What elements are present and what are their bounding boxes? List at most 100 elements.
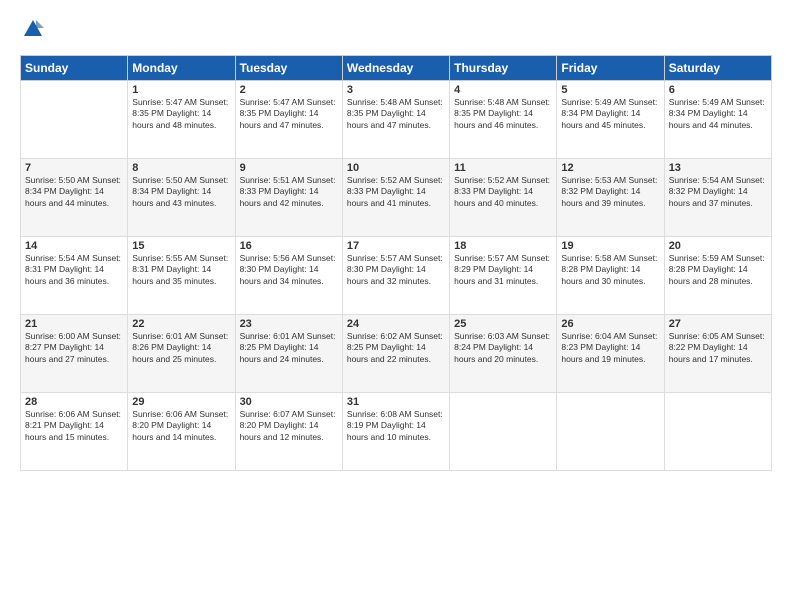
- day-info: Sunrise: 5:48 AM Sunset: 8:35 PM Dayligh…: [347, 97, 445, 131]
- calendar-cell: 11Sunrise: 5:52 AM Sunset: 8:33 PM Dayli…: [450, 158, 557, 236]
- day-number: 23: [240, 318, 338, 330]
- day-number: 4: [454, 84, 552, 96]
- weekday-header-saturday: Saturday: [664, 55, 771, 80]
- calendar-cell: 13Sunrise: 5:54 AM Sunset: 8:32 PM Dayli…: [664, 158, 771, 236]
- calendar-cell: 1Sunrise: 5:47 AM Sunset: 8:35 PM Daylig…: [128, 80, 235, 158]
- day-info: Sunrise: 5:49 AM Sunset: 8:34 PM Dayligh…: [561, 97, 659, 131]
- calendar-cell: [21, 80, 128, 158]
- day-info: Sunrise: 6:07 AM Sunset: 8:20 PM Dayligh…: [240, 409, 338, 443]
- day-number: 21: [25, 318, 123, 330]
- day-info: Sunrise: 5:57 AM Sunset: 8:30 PM Dayligh…: [347, 253, 445, 287]
- calendar-cell: 9Sunrise: 5:51 AM Sunset: 8:33 PM Daylig…: [235, 158, 342, 236]
- day-number: 2: [240, 84, 338, 96]
- calendar-cell: 19Sunrise: 5:58 AM Sunset: 8:28 PM Dayli…: [557, 236, 664, 314]
- day-number: 13: [669, 162, 767, 174]
- day-number: 28: [25, 396, 123, 408]
- day-number: 27: [669, 318, 767, 330]
- day-info: Sunrise: 5:53 AM Sunset: 8:32 PM Dayligh…: [561, 175, 659, 209]
- calendar-table: SundayMondayTuesdayWednesdayThursdayFrid…: [20, 55, 772, 471]
- calendar-cell: 4Sunrise: 5:48 AM Sunset: 8:35 PM Daylig…: [450, 80, 557, 158]
- calendar-cell: 6Sunrise: 5:49 AM Sunset: 8:34 PM Daylig…: [664, 80, 771, 158]
- day-number: 30: [240, 396, 338, 408]
- calendar-cell: 20Sunrise: 5:59 AM Sunset: 8:28 PM Dayli…: [664, 236, 771, 314]
- day-number: 19: [561, 240, 659, 252]
- logo-icon: [22, 18, 44, 40]
- calendar-cell: 18Sunrise: 5:57 AM Sunset: 8:29 PM Dayli…: [450, 236, 557, 314]
- calendar-cell: 3Sunrise: 5:48 AM Sunset: 8:35 PM Daylig…: [342, 80, 449, 158]
- day-number: 1: [132, 84, 230, 96]
- day-number: 14: [25, 240, 123, 252]
- calendar-cell: 23Sunrise: 6:01 AM Sunset: 8:25 PM Dayli…: [235, 314, 342, 392]
- day-number: 20: [669, 240, 767, 252]
- day-info: Sunrise: 5:58 AM Sunset: 8:28 PM Dayligh…: [561, 253, 659, 287]
- day-info: Sunrise: 5:55 AM Sunset: 8:31 PM Dayligh…: [132, 253, 230, 287]
- weekday-header-friday: Friday: [557, 55, 664, 80]
- calendar-cell: 15Sunrise: 5:55 AM Sunset: 8:31 PM Dayli…: [128, 236, 235, 314]
- day-info: Sunrise: 6:08 AM Sunset: 8:19 PM Dayligh…: [347, 409, 445, 443]
- calendar-cell: 10Sunrise: 5:52 AM Sunset: 8:33 PM Dayli…: [342, 158, 449, 236]
- day-info: Sunrise: 5:50 AM Sunset: 8:34 PM Dayligh…: [25, 175, 123, 209]
- day-info: Sunrise: 5:47 AM Sunset: 8:35 PM Dayligh…: [240, 97, 338, 131]
- calendar-cell: 17Sunrise: 5:57 AM Sunset: 8:30 PM Dayli…: [342, 236, 449, 314]
- day-number: 3: [347, 84, 445, 96]
- day-number: 24: [347, 318, 445, 330]
- calendar-cell: 31Sunrise: 6:08 AM Sunset: 8:19 PM Dayli…: [342, 392, 449, 470]
- calendar-cell: 2Sunrise: 5:47 AM Sunset: 8:35 PM Daylig…: [235, 80, 342, 158]
- calendar-cell: 12Sunrise: 5:53 AM Sunset: 8:32 PM Dayli…: [557, 158, 664, 236]
- day-number: 16: [240, 240, 338, 252]
- day-info: Sunrise: 5:49 AM Sunset: 8:34 PM Dayligh…: [669, 97, 767, 131]
- calendar-cell: 22Sunrise: 6:01 AM Sunset: 8:26 PM Dayli…: [128, 314, 235, 392]
- calendar-week-row: 21Sunrise: 6:00 AM Sunset: 8:27 PM Dayli…: [21, 314, 772, 392]
- header: [20, 18, 772, 45]
- calendar-cell: 8Sunrise: 5:50 AM Sunset: 8:34 PM Daylig…: [128, 158, 235, 236]
- day-number: 18: [454, 240, 552, 252]
- weekday-header-tuesday: Tuesday: [235, 55, 342, 80]
- day-info: Sunrise: 5:54 AM Sunset: 8:31 PM Dayligh…: [25, 253, 123, 287]
- day-info: Sunrise: 5:47 AM Sunset: 8:35 PM Dayligh…: [132, 97, 230, 131]
- calendar-cell: 26Sunrise: 6:04 AM Sunset: 8:23 PM Dayli…: [557, 314, 664, 392]
- calendar-cell: 24Sunrise: 6:02 AM Sunset: 8:25 PM Dayli…: [342, 314, 449, 392]
- day-info: Sunrise: 5:48 AM Sunset: 8:35 PM Dayligh…: [454, 97, 552, 131]
- calendar-cell: 28Sunrise: 6:06 AM Sunset: 8:21 PM Dayli…: [21, 392, 128, 470]
- day-info: Sunrise: 5:51 AM Sunset: 8:33 PM Dayligh…: [240, 175, 338, 209]
- day-info: Sunrise: 5:59 AM Sunset: 8:28 PM Dayligh…: [669, 253, 767, 287]
- calendar-cell: 21Sunrise: 6:00 AM Sunset: 8:27 PM Dayli…: [21, 314, 128, 392]
- calendar-cell: 25Sunrise: 6:03 AM Sunset: 8:24 PM Dayli…: [450, 314, 557, 392]
- day-info: Sunrise: 6:01 AM Sunset: 8:26 PM Dayligh…: [132, 331, 230, 365]
- day-number: 11: [454, 162, 552, 174]
- calendar-cell: 29Sunrise: 6:06 AM Sunset: 8:20 PM Dayli…: [128, 392, 235, 470]
- day-info: Sunrise: 6:05 AM Sunset: 8:22 PM Dayligh…: [669, 331, 767, 365]
- day-number: 12: [561, 162, 659, 174]
- day-number: 26: [561, 318, 659, 330]
- calendar-cell: [557, 392, 664, 470]
- day-number: 31: [347, 396, 445, 408]
- day-number: 7: [25, 162, 123, 174]
- calendar-cell: 30Sunrise: 6:07 AM Sunset: 8:20 PM Dayli…: [235, 392, 342, 470]
- calendar-cell: 14Sunrise: 5:54 AM Sunset: 8:31 PM Dayli…: [21, 236, 128, 314]
- day-info: Sunrise: 6:06 AM Sunset: 8:20 PM Dayligh…: [132, 409, 230, 443]
- calendar-week-row: 14Sunrise: 5:54 AM Sunset: 8:31 PM Dayli…: [21, 236, 772, 314]
- day-info: Sunrise: 5:52 AM Sunset: 8:33 PM Dayligh…: [347, 175, 445, 209]
- calendar-cell: 5Sunrise: 5:49 AM Sunset: 8:34 PM Daylig…: [557, 80, 664, 158]
- day-number: 6: [669, 84, 767, 96]
- calendar-week-row: 7Sunrise: 5:50 AM Sunset: 8:34 PM Daylig…: [21, 158, 772, 236]
- day-number: 17: [347, 240, 445, 252]
- day-number: 9: [240, 162, 338, 174]
- day-number: 25: [454, 318, 552, 330]
- day-number: 29: [132, 396, 230, 408]
- calendar-cell: 16Sunrise: 5:56 AM Sunset: 8:30 PM Dayli…: [235, 236, 342, 314]
- day-info: Sunrise: 6:03 AM Sunset: 8:24 PM Dayligh…: [454, 331, 552, 365]
- weekday-header-thursday: Thursday: [450, 55, 557, 80]
- day-info: Sunrise: 6:02 AM Sunset: 8:25 PM Dayligh…: [347, 331, 445, 365]
- day-number: 5: [561, 84, 659, 96]
- day-number: 10: [347, 162, 445, 174]
- weekday-header-sunday: Sunday: [21, 55, 128, 80]
- day-info: Sunrise: 5:52 AM Sunset: 8:33 PM Dayligh…: [454, 175, 552, 209]
- day-info: Sunrise: 5:54 AM Sunset: 8:32 PM Dayligh…: [669, 175, 767, 209]
- calendar-week-row: 28Sunrise: 6:06 AM Sunset: 8:21 PM Dayli…: [21, 392, 772, 470]
- weekday-header-monday: Monday: [128, 55, 235, 80]
- day-info: Sunrise: 5:56 AM Sunset: 8:30 PM Dayligh…: [240, 253, 338, 287]
- day-info: Sunrise: 6:04 AM Sunset: 8:23 PM Dayligh…: [561, 331, 659, 365]
- calendar-page: SundayMondayTuesdayWednesdayThursdayFrid…: [0, 0, 792, 612]
- day-number: 22: [132, 318, 230, 330]
